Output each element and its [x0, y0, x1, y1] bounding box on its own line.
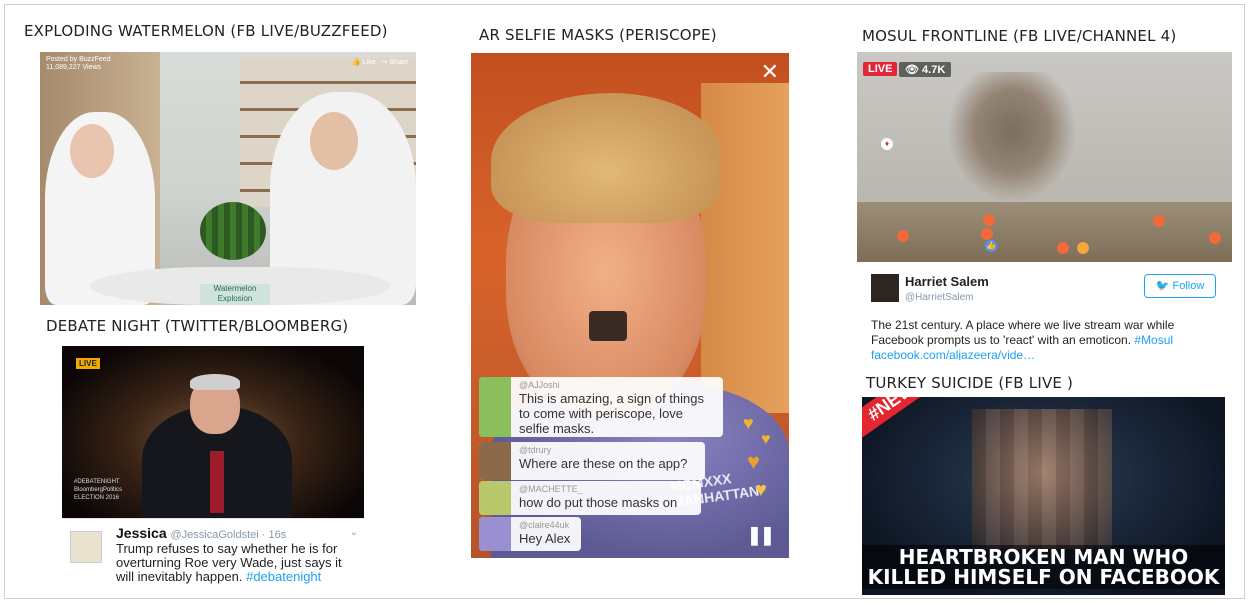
tweet-handle: @HarrietSalem	[905, 292, 974, 303]
watermelon	[200, 202, 266, 260]
close-icon[interactable]: ✕	[761, 59, 779, 85]
hashtag-overlay: #DEBATENIGHT	[74, 479, 120, 485]
headline-line-1: HEARTBROKEN MAN WHO	[898, 545, 1189, 569]
tweet-author-name[interactable]: Jessica	[116, 525, 167, 541]
tweet-author: Jessica @JessicaGoldstei · 16s	[116, 525, 286, 541]
reaction-icon: ♦	[881, 138, 893, 150]
tweet-handle: @JessicaGoldstei · 16s	[170, 529, 287, 541]
live-badge: LIVE	[863, 62, 898, 76]
person-right-face	[310, 112, 358, 170]
caption-watermelon: EXPLODING WATERMELON (FB LIVE/BUZZFEED)	[24, 22, 388, 40]
election-overlay: ELECTION 2016	[74, 495, 120, 501]
caption-debate: DEBATE NIGHT (TWITTER/BLOOMBERG)	[46, 317, 349, 335]
tweet-hashtag[interactable]: #debatenight	[246, 569, 321, 584]
share-icon[interactable]: ↪	[381, 59, 387, 66]
angry-reaction-icon	[983, 214, 995, 226]
tweet-link[interactable]: facebook.com/aljazeera/vide…	[871, 348, 1035, 360]
chevron-down-icon[interactable]: ⌄	[350, 527, 358, 538]
turkey-video[interactable]: #NEWS HEARTBROKEN MAN WHO KILLED HIMSELF…	[862, 397, 1225, 595]
comment-item: @claire44uk Hey Alex	[479, 517, 581, 551]
avatar	[479, 442, 511, 480]
angry-reaction-icon	[981, 228, 993, 240]
tweet-body: The 21st century. A place where we live …	[871, 318, 1175, 347]
bird-icon: 🐦	[1155, 280, 1170, 292]
avatar[interactable]	[871, 274, 899, 302]
caption-mosul: MOSUL FRONTLINE (FB LIVE/CHANNEL 4)	[862, 27, 1177, 45]
pixelated-face	[972, 409, 1112, 549]
wow-reaction-icon	[1077, 242, 1089, 254]
hair-mask	[491, 93, 721, 223]
comment-user: @MACHETTE_	[519, 484, 583, 494]
caption-periscope: AR SELFIE MASKS (PERISCOPE)	[479, 26, 717, 44]
comment-text: how do put those masks on	[519, 495, 678, 510]
caption-turkey: TURKEY SUICIDE (FB LIVE )	[866, 374, 1074, 392]
tweet-card[interactable]: Jessica @JessicaGoldstei · 16s ⌄ Trump r…	[62, 518, 364, 596]
comment-text: This is amazing, a sign of things to com…	[519, 391, 704, 436]
comment-user: @claire44uk	[519, 520, 570, 530]
news-badge: #NEWS	[862, 397, 945, 438]
comment-item: @tdrury Where are these on the app?	[479, 442, 705, 480]
angry-reaction-icon	[1209, 232, 1221, 244]
person-left-face	[70, 124, 114, 178]
view-count: 11,089,227 Views	[46, 64, 102, 71]
comment-user: @tdrury	[519, 445, 552, 455]
comment-item: @AJJoshi This is amazing, a sign of thin…	[479, 377, 723, 437]
comment-user: @AJJoshi	[519, 380, 560, 390]
anchor-hair	[190, 374, 240, 390]
mouth	[589, 311, 627, 341]
follow-label: Follow	[1172, 280, 1205, 292]
avatar	[479, 377, 511, 437]
posted-by: Posted by BuzzFeed	[46, 56, 111, 63]
comment-item: @MACHETTE_ how do put those masks on	[479, 481, 701, 515]
view-count-value: 4.7K	[922, 64, 946, 76]
like-icon[interactable]: 👍	[352, 59, 361, 66]
share-button[interactable]: Share	[389, 59, 408, 66]
headline-line-2: KILLED HIMSELF ON FACEBOOK	[867, 565, 1220, 589]
view-count: 👁 4.7K	[899, 62, 952, 77]
eye-icon: 👁	[905, 64, 919, 76]
pause-icon[interactable]: ❚❚	[747, 525, 775, 546]
periscope-video[interactable]: MCMXXX MANHATTAN ✕ @AJJoshi This is amaz…	[471, 53, 789, 558]
like-reaction-icon: 👍	[985, 240, 997, 252]
follow-button[interactable]: 🐦 Follow	[1144, 274, 1216, 298]
video-overlay: #DEBATENIGHT BloombergPolitics ELECTION …	[74, 478, 122, 502]
live-badge: LIVE	[76, 358, 100, 369]
mosul-panel: LIVE 👁 4.7K ♦ 👍 Harriet Salem @HarrietSa…	[857, 52, 1232, 360]
comment-text: Hey Alex	[519, 531, 571, 546]
anchor-tie	[210, 451, 224, 513]
video-meta: Posted by BuzzFeed 11,089,227 Views	[46, 56, 111, 72]
network-overlay: BloombergPolitics	[74, 487, 123, 493]
tweet-hashtag[interactable]: #Mosul	[1134, 333, 1173, 347]
smoke-plume	[947, 72, 1077, 202]
angry-reaction-icon	[897, 230, 909, 242]
hearts-icon: ♥ ♥ ♥ ♥	[743, 413, 771, 501]
headline: HEARTBROKEN MAN WHO KILLED HIMSELF ON FA…	[862, 547, 1225, 587]
tweet-text: Trump refuses to say whether he is for o…	[116, 542, 360, 584]
angry-reaction-icon	[1153, 215, 1165, 227]
like-button[interactable]: Like	[363, 59, 376, 66]
debate-panel: LIVE #DEBATENIGHT BloombergPolitics ELEC…	[62, 346, 364, 596]
angry-reaction-icon	[1057, 242, 1069, 254]
avatar	[479, 481, 511, 515]
tweet-author-name[interactable]: Harriet Salem	[905, 274, 989, 289]
ground	[857, 202, 1232, 262]
watermelon-sign: Watermelon Explosion	[200, 284, 270, 305]
watermelon-video[interactable]: Watermelon Explosion Posted by BuzzFeed …	[40, 52, 416, 305]
debate-video[interactable]: LIVE #DEBATENIGHT BloombergPolitics ELEC…	[62, 346, 364, 518]
video-actions: 👍 Like ↪ Share	[352, 58, 408, 66]
avatar	[479, 517, 511, 551]
avatar[interactable]	[70, 531, 102, 563]
tweet-text: The 21st century. A place where we live …	[871, 318, 1227, 360]
comment-text: Where are these on the app?	[519, 456, 688, 471]
